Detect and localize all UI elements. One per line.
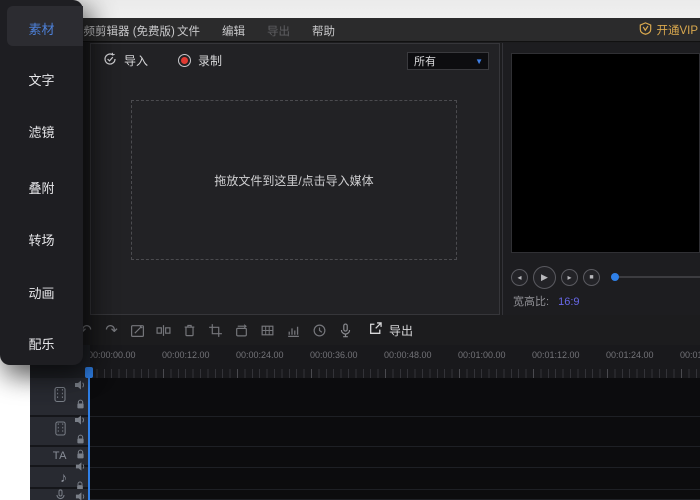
mute-icon[interactable] xyxy=(75,489,86,500)
aspect-ratio-value[interactable]: 16:9 xyxy=(558,296,579,308)
export-button[interactable]: 导出 xyxy=(368,321,413,339)
app-title: 视频剪辑器 (免费版) xyxy=(72,26,175,38)
menu-edit[interactable]: 编辑 xyxy=(222,23,245,39)
next-frame-button[interactable]: ▸ xyxy=(561,268,578,286)
film-strip-icon xyxy=(53,386,67,408)
ruler-label: 00:01:00.00 xyxy=(458,350,506,360)
prev-frame-button[interactable]: ◂ xyxy=(511,268,528,286)
edit-toolbar: ↶ ↷ 导出 xyxy=(30,315,700,345)
crop-icon[interactable] xyxy=(208,322,223,338)
record-button[interactable]: 录制 xyxy=(178,52,222,69)
edit-icon[interactable] xyxy=(130,322,145,338)
seek-slider[interactable] xyxy=(611,273,700,281)
voice-mic-icon xyxy=(54,489,67,500)
timeline: 00:00:00.00 00:00:12.00 00:00:24.00 00:0… xyxy=(30,345,700,500)
menu-help[interactable]: 帮助 xyxy=(312,23,335,39)
vip-label: 开通VIP xyxy=(656,25,698,37)
ruler-label: 00:00:36.00 xyxy=(310,350,358,360)
ruler-label: 00:01:12.00 xyxy=(532,350,580,360)
media-library-panel: 导入 录制 所有 ▼ 拖放文件到这里/点击导入媒体 xyxy=(90,43,500,315)
track-headers: TA ♪ xyxy=(30,378,90,500)
seek-slider-knob[interactable] xyxy=(611,273,619,281)
ruler-label: 00:01:24.00 xyxy=(606,350,654,360)
sidebar-item-material[interactable]: 素材 xyxy=(0,19,83,38)
play-icon: ▶ xyxy=(541,271,548,282)
ruler-ticks xyxy=(90,369,700,378)
text-track-lane[interactable] xyxy=(90,447,700,468)
menubar: 视频剪辑器 (免费版) 文件 编辑 导出 帮助 开通VIP xyxy=(30,18,700,42)
mute-icon[interactable] xyxy=(74,378,86,396)
mute-icon[interactable] xyxy=(74,413,86,431)
record-label: 录制 xyxy=(198,53,223,68)
chevron-down-icon: ▼ xyxy=(475,56,483,66)
next-frame-icon: ▸ xyxy=(567,272,572,282)
preview-panel: ◂ ▶ ▸ ■ 宽高比: 16:9 xyxy=(502,43,700,315)
video-preview xyxy=(511,53,700,253)
stop-button[interactable]: ■ xyxy=(583,268,600,286)
music-note-icon: ♪ xyxy=(60,469,67,485)
menu-file[interactable]: 文件 xyxy=(177,23,200,39)
music-track-lane[interactable] xyxy=(90,468,700,490)
media-dropzone[interactable]: 拖放文件到这里/点击导入媒体 xyxy=(131,100,457,260)
import-icon xyxy=(103,52,117,69)
split-icon[interactable] xyxy=(156,322,171,338)
video-track-lane[interactable] xyxy=(90,378,700,417)
mute-icon[interactable] xyxy=(75,459,86,477)
ruler-label: 00:00:48.00 xyxy=(384,350,432,360)
ruler-label: 00:01:36.00 xyxy=(680,350,700,360)
prev-frame-icon: ◂ xyxy=(517,272,522,282)
redo-icon[interactable]: ↷ xyxy=(104,322,119,339)
aspect-ratio-label: 宽高比: xyxy=(513,296,550,308)
voice-track-header[interactable] xyxy=(30,489,90,500)
record-icon xyxy=(178,53,192,67)
screen: 视频剪辑器 (免费版) 文件 编辑 导出 帮助 开通VIP 导入 录制 所有 ▼… xyxy=(0,0,700,500)
overlay-track-lane[interactable] xyxy=(90,417,700,447)
playback-controls: ◂ ▶ ▸ ■ xyxy=(511,263,700,291)
text-track-icon: TA xyxy=(52,450,67,462)
stop-icon: ■ xyxy=(589,273,594,281)
import-button[interactable]: 导入 xyxy=(103,52,148,69)
overlay-track-header[interactable] xyxy=(30,415,90,447)
dropzone-hint: 拖放文件到这里/点击导入媒体 xyxy=(214,173,374,188)
export-icon xyxy=(368,321,383,339)
sidebar-item-text[interactable]: 文字 xyxy=(0,70,83,89)
playhead-line xyxy=(88,375,90,500)
play-button[interactable]: ▶ xyxy=(533,265,556,289)
sidebar-item-transition[interactable]: 转场 xyxy=(0,230,83,249)
levels-icon[interactable] xyxy=(286,322,301,338)
video-track-header[interactable] xyxy=(30,378,90,417)
app-window: 视频剪辑器 (免费版) 文件 编辑 导出 帮助 开通VIP 导入 录制 所有 ▼… xyxy=(30,18,700,500)
mosaic-icon[interactable] xyxy=(260,322,275,338)
sidebar-item-music[interactable]: 配乐 xyxy=(0,334,83,353)
ruler-label: 00:00:12.00 xyxy=(162,350,210,360)
timeline-ruler[interactable]: 00:00:00.00 00:00:12.00 00:00:24.00 00:0… xyxy=(90,345,700,378)
track-lanes xyxy=(90,378,700,500)
film-strip-icon xyxy=(54,421,67,441)
sidebar-item-overlay[interactable]: 叠附 xyxy=(0,178,83,197)
music-track-header[interactable]: ♪ xyxy=(30,461,90,489)
duration-icon[interactable] xyxy=(312,322,327,338)
aspect-ratio: 宽高比: 16:9 xyxy=(513,293,580,309)
sidebar-item-animation[interactable]: 动画 xyxy=(0,283,83,302)
delete-icon[interactable] xyxy=(182,322,197,338)
media-filter-dropdown[interactable]: 所有 ▼ xyxy=(407,52,489,70)
vip-button[interactable]: 开通VIP xyxy=(639,22,698,38)
playhead-handle[interactable] xyxy=(85,367,93,378)
microphone-icon[interactable] xyxy=(338,322,353,338)
menu-export: 导出 xyxy=(267,26,290,38)
menu-items: 文件 编辑 导出 帮助 xyxy=(177,23,335,39)
media-filter-value: 所有 xyxy=(414,56,436,68)
import-label: 导入 xyxy=(124,53,149,68)
ruler-label: 00:00:00.00 xyxy=(90,350,136,360)
ruler-label: 00:00:24.00 xyxy=(236,350,284,360)
sidebar-panel: 素材 文字 滤镜 叠附 转场 动画 配乐 xyxy=(0,0,83,365)
voice-track-lane[interactable] xyxy=(90,490,700,500)
vip-shield-icon xyxy=(639,22,652,38)
rotate-icon[interactable] xyxy=(234,322,249,338)
export-label: 导出 xyxy=(389,323,414,338)
sidebar-item-filter[interactable]: 滤镜 xyxy=(0,122,83,141)
